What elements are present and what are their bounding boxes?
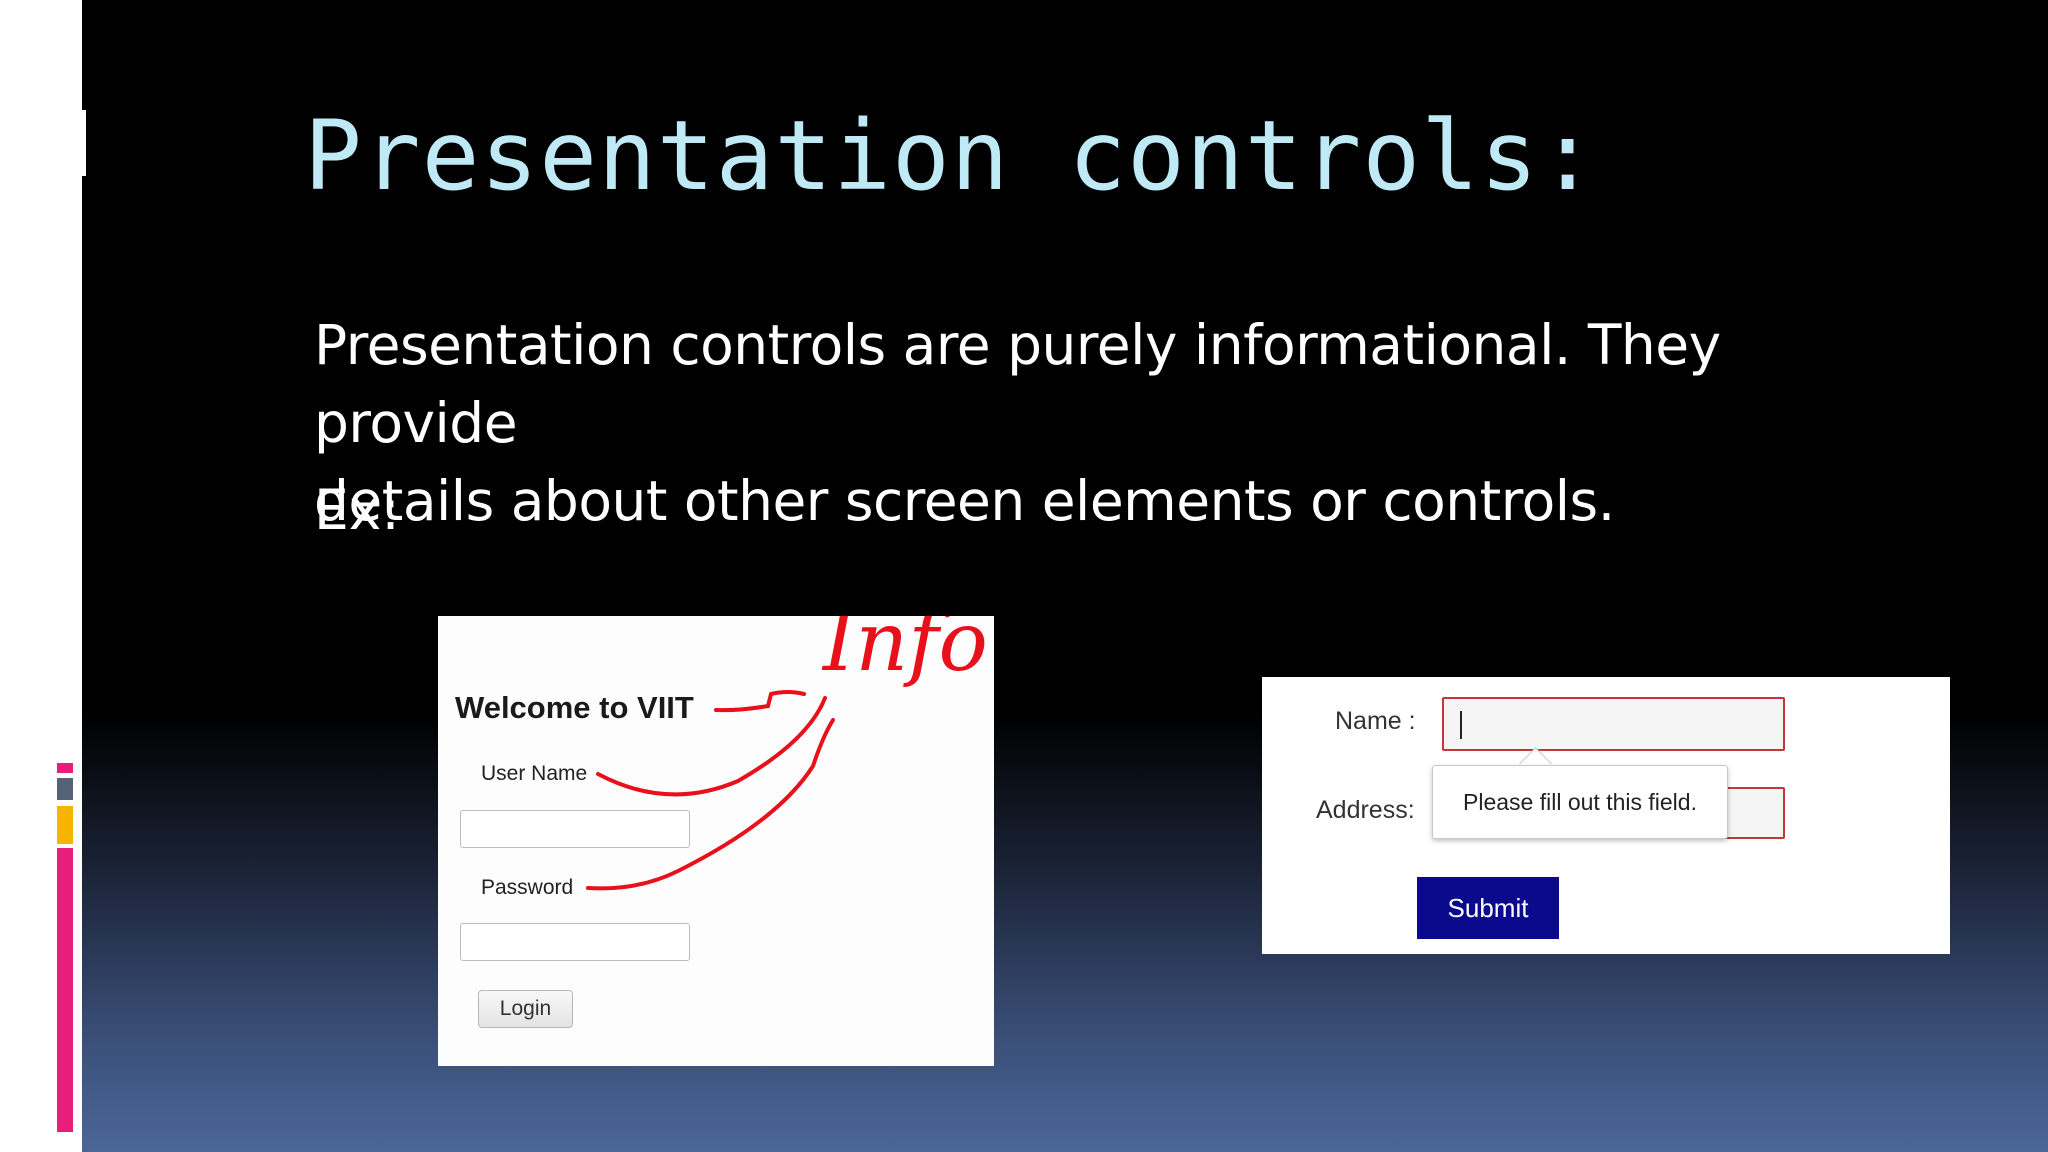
login-form-screenshot: Welcome to VIIT User Name Password Login… bbox=[438, 616, 994, 1066]
info-annotation: Info bbox=[823, 616, 988, 690]
address-label: Address: bbox=[1316, 796, 1415, 824]
slide-title: Presentation controls: bbox=[304, 100, 1598, 212]
example-label: Ex: bbox=[314, 478, 400, 542]
slide: Presentation controls: Presentation cont… bbox=[82, 0, 2048, 1152]
body-line: details about other screen elements or c… bbox=[314, 469, 1615, 533]
validation-form-screenshot: Name : Address: Please fill out this fie… bbox=[1262, 677, 1950, 954]
body-line: Presentation controls are purely informa… bbox=[314, 313, 1721, 455]
validation-tooltip: Please fill out this field. bbox=[1432, 765, 1728, 839]
slide-body: Presentation controls are purely informa… bbox=[314, 306, 1934, 540]
name-field[interactable] bbox=[1442, 697, 1785, 751]
submit-button[interactable]: Submit bbox=[1417, 877, 1559, 939]
text-caret bbox=[1460, 711, 1462, 739]
name-label: Name : bbox=[1335, 707, 1416, 735]
